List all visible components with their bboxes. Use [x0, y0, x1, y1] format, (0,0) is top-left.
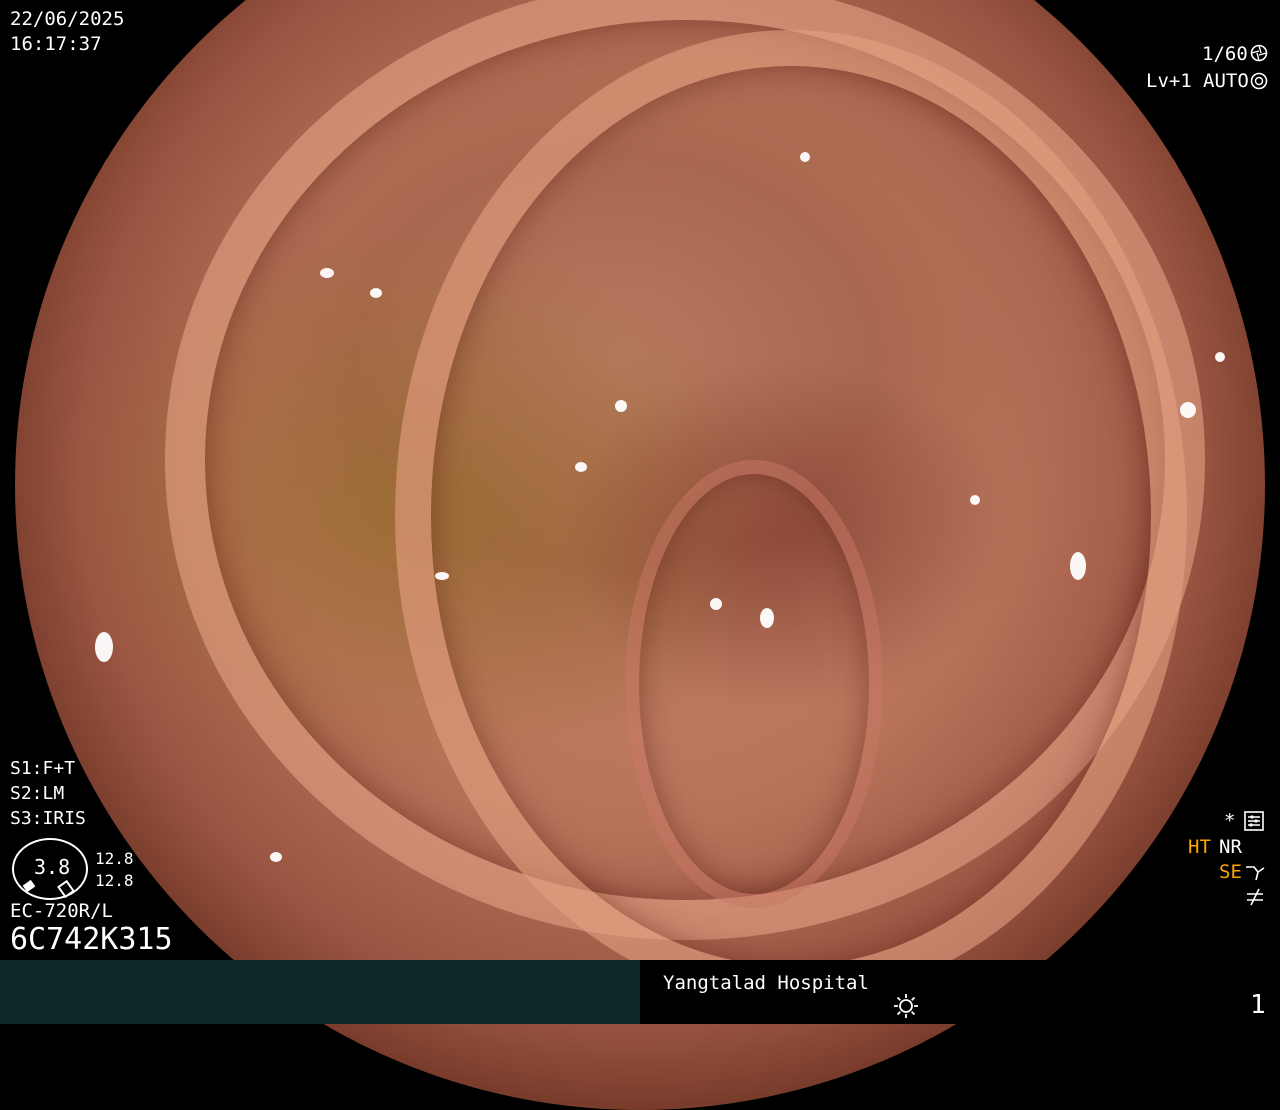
image-number: 1	[1250, 990, 1266, 1020]
s1-value: F+T	[42, 758, 76, 779]
gauge-top-value: 12.8	[95, 849, 134, 868]
specular-glint	[95, 632, 113, 662]
s2-setting: S2:LM	[10, 783, 65, 804]
specular-glint	[320, 268, 334, 278]
level-readout: Lv+1	[1146, 70, 1192, 92]
specular-glint	[575, 462, 587, 472]
mucosal-fold-inner	[625, 460, 883, 908]
asterisk-indicator: *	[1224, 810, 1236, 832]
not-equal-icon	[1244, 886, 1266, 908]
specular-glint	[710, 598, 722, 610]
aperture-icon	[1250, 44, 1268, 62]
specular-glint	[270, 852, 282, 862]
nr-indicator: NR	[1219, 836, 1242, 858]
iris-mode-readout: AUTO	[1203, 70, 1249, 92]
s1-setting: S1:F+T	[10, 758, 76, 779]
s3-value: IRIS	[42, 808, 86, 829]
se-indicator: SE	[1219, 861, 1242, 883]
specular-glint	[615, 400, 627, 412]
specular-glint	[1215, 352, 1225, 362]
scope-serial: 6C742K315	[10, 922, 173, 957]
bottom-info-bar	[0, 960, 640, 1024]
specular-glint	[800, 152, 810, 162]
specular-glint	[1180, 402, 1196, 418]
date-readout: 22/06/2025	[10, 8, 125, 30]
iris-icon	[1250, 72, 1268, 90]
gauge-bottom-value: 12.8	[95, 871, 134, 890]
settings-icon	[1244, 811, 1264, 831]
s3-setting: S3:IRIS	[10, 808, 86, 829]
sun-icon	[892, 992, 920, 1020]
gauge-value: 3.8	[34, 855, 71, 879]
s2-value: LM	[42, 783, 65, 804]
specular-glint	[1070, 552, 1086, 580]
scope-model: EC-720R/L	[10, 900, 113, 922]
ht-indicator: HT	[1188, 836, 1211, 858]
specular-glint	[760, 608, 774, 628]
specular-glint	[435, 572, 449, 580]
enhance-icon	[1244, 862, 1266, 882]
specular-glint	[370, 288, 382, 298]
specular-glint	[970, 495, 980, 505]
time-readout: 16:17:37	[10, 33, 102, 55]
hospital-name: Yangtalad Hospital	[663, 972, 869, 994]
endoscopic-view	[15, 0, 1265, 1110]
shutter-readout: 1/60	[1202, 43, 1248, 65]
